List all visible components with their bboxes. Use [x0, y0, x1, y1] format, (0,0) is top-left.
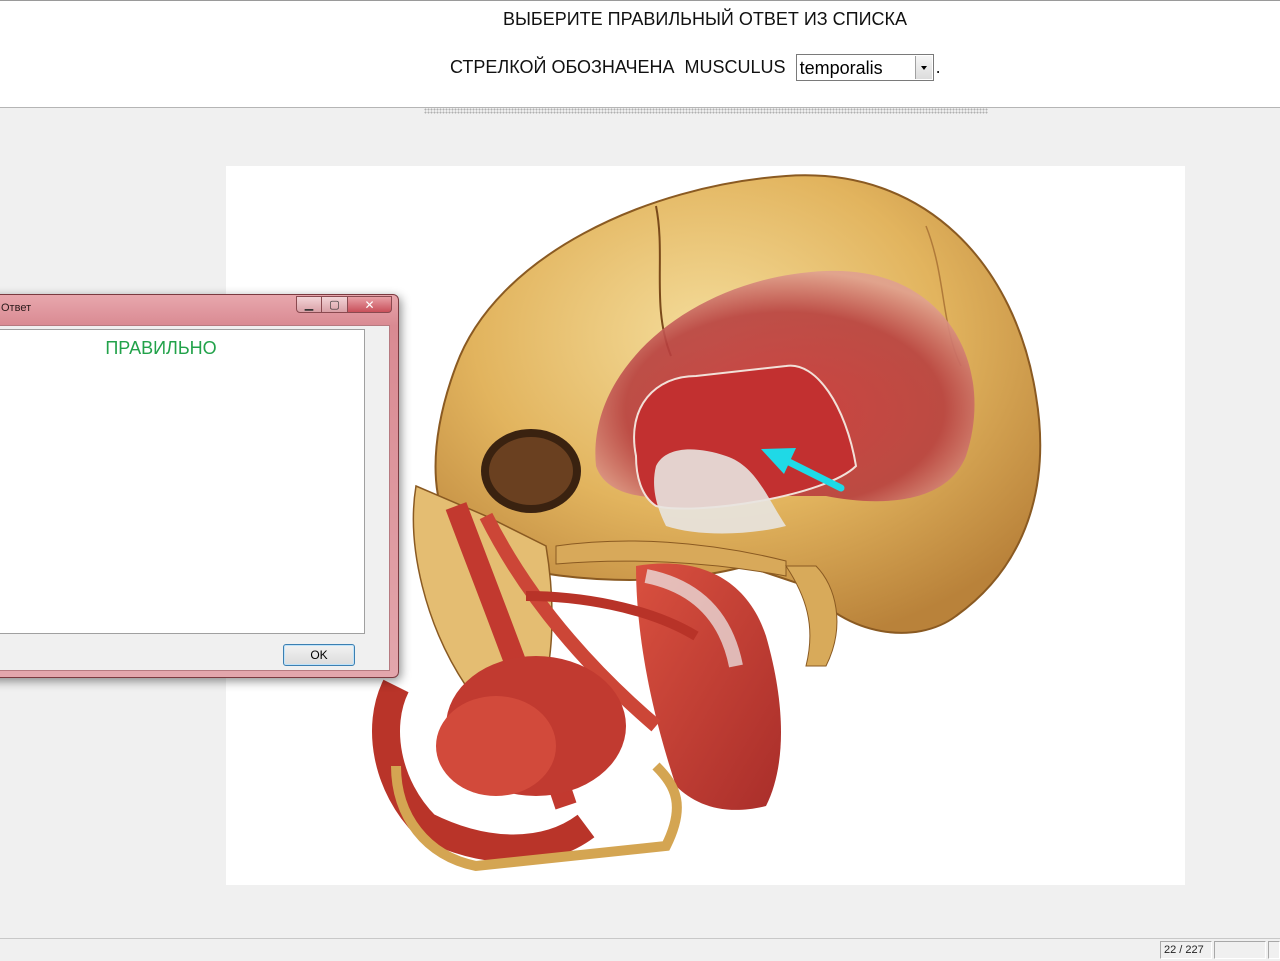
page-counter: 22 / 227 — [1160, 941, 1212, 959]
answer-dropdown[interactable]: temporalis — [795, 53, 934, 81]
close-icon: ✕ — [364, 297, 375, 312]
chevron-down-icon[interactable] — [914, 55, 932, 79]
dialog-title: Ответ — [1, 302, 32, 314]
dialog-client-area: ПРАВИЛЬНО OK — [0, 325, 390, 671]
answer-dialog: Ответ ▁ ▢ ✕ ПРАВИЛЬНО OK — [0, 294, 399, 678]
instruction-text: ВЫБЕРИТЕ ПРАВИЛЬНЫЙ ОТВЕТ ИЗ СПИСКА — [502, 9, 908, 29]
trailing-period: . — [935, 56, 941, 77]
minimize-icon: ▁ — [304, 299, 314, 311]
status-cell-edge — [1268, 941, 1280, 959]
status-bar: 22 / 227 — [0, 938, 1280, 961]
result-message: ПРАВИЛЬНО — [105, 338, 217, 358]
close-button[interactable]: ✕ — [348, 296, 392, 313]
question-line: СТРЕЛКОЙ ОБОЗНАЧЕНА MUSCULUS temporalis … — [450, 53, 941, 81]
question-header: ВЫБЕРИТЕ ПРАВИЛЬНЫЙ ОТВЕТ ИЗ СПИСКА СТРЕ… — [0, 0, 1280, 108]
question-term: MUSCULUS — [684, 56, 786, 77]
answer-dropdown-value: temporalis — [799, 57, 883, 78]
ok-button[interactable]: OK — [283, 644, 355, 666]
splitter-handle[interactable] — [424, 108, 988, 114]
minimize-button[interactable]: ▁ — [296, 296, 322, 313]
question-prefix: СТРЕЛКОЙ ОБОЗНАЧЕНА — [450, 56, 675, 77]
message-box[interactable]: ПРАВИЛЬНО — [0, 329, 365, 634]
status-cell-empty — [1214, 941, 1266, 959]
maximize-icon: ▢ — [329, 299, 340, 311]
maximize-button[interactable]: ▢ — [322, 296, 348, 313]
window-buttons: ▁ ▢ ✕ — [296, 296, 392, 313]
